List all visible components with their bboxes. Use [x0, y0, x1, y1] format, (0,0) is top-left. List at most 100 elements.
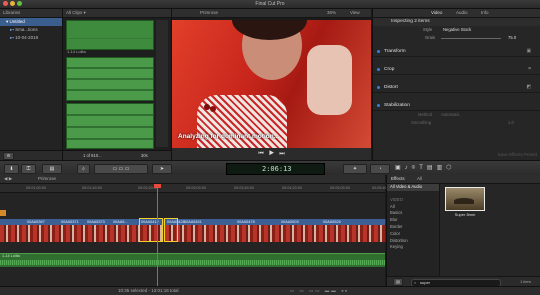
browser-scrollbar[interactable]: [156, 20, 168, 147]
clip-label[interactable]: 00AA5371: [60, 219, 85, 225]
smoothing-value[interactable]: 1.0: [508, 119, 514, 127]
browser-header: All Clips ▾: [63, 9, 171, 18]
viewer: Primrose 36% View Analyzing for dominant…: [172, 9, 371, 160]
style-row: Style Negative Stock: [373, 26, 540, 34]
timeline-header: ◀ ▶ Primrose: [0, 175, 385, 184]
chevron-down-icon: ▾: [83, 10, 86, 15]
browser-footer: 1 of 810... 30s: [63, 150, 171, 160]
project-name: Primrose: [38, 176, 57, 181]
effects-category-item[interactable]: Color: [387, 231, 439, 238]
effects-scope[interactable]: All: [417, 175, 422, 183]
effects-count: 1 item: [520, 279, 531, 284]
audio-track[interactable]: 1-14 Lolita: [0, 253, 385, 267]
clip-label[interactable]: 00AA5526: [322, 219, 359, 225]
timecode-display[interactable]: 2:06:13: [226, 163, 325, 175]
video-content: [197, 95, 287, 148]
timeline-ruler[interactable]: 00:01:00:00 00:01:40:00 00:02:20:00 00:0…: [0, 184, 392, 193]
playback-controls: ⏮ ▶ ⏭: [172, 148, 371, 160]
transform-icon[interactable]: ▣: [526, 47, 531, 56]
library-item-event[interactable]: ▸▪ 10-04-2018: [0, 34, 62, 42]
crop-icon[interactable]: ⌗: [528, 65, 531, 74]
effects-category-item[interactable]: Basics: [387, 210, 439, 217]
selected-clip[interactable]: [164, 218, 178, 242]
library-item-smart-collections[interactable]: ▸▪ Sma...tions: [0, 26, 62, 34]
history-arrows-icon[interactable]: ◀ ▶: [4, 175, 12, 183]
effect-thumbnail-art: [454, 198, 474, 204]
clip-label[interactable]: 00AA5478: [236, 219, 273, 225]
effects-category-item[interactable]: Distortion: [387, 238, 439, 245]
effects-category-item[interactable]: All: [387, 204, 439, 211]
section-distort[interactable]: Distort ◩: [373, 83, 540, 93]
grain-slider[interactable]: [441, 38, 501, 39]
inspector-spacer: [373, 93, 540, 101]
clip-label[interactable]: 00AA5367: [26, 219, 57, 225]
search-icon[interactable]: ⌕: [77, 164, 90, 174]
playhead[interactable]: [157, 184, 158, 286]
tab-video[interactable]: Video: [431, 9, 442, 17]
effects-categories: All Video & Audio VIDEO All Basics Blur …: [387, 184, 440, 276]
clip-label[interactable]: 00AA5373: [86, 219, 111, 225]
window-title: Final Cut Pro: [255, 1, 285, 7]
library-actions-button[interactable]: ⚙: [3, 152, 14, 160]
clip-label[interactable]: 00AA5451: [183, 219, 220, 225]
effect-name: Super 8mm: [454, 212, 476, 217]
browser-view-button[interactable]: ▤: [42, 164, 62, 174]
next-frame-button[interactable]: ⏭: [279, 151, 284, 157]
browser-clip-filmstrip[interactable]: [66, 20, 154, 50]
effects-search-value: super: [420, 280, 431, 285]
smoothing-row: Smoothing 1.0: [373, 119, 540, 127]
edit-tools-group[interactable]: ▭ ▭ ▭: [94, 164, 148, 174]
media-browser-icons[interactable]: ▣♪⌾T▤▥⬡: [395, 164, 535, 172]
play-button[interactable]: ▶: [269, 151, 274, 157]
distort-icon[interactable]: ◩: [526, 83, 531, 92]
grain-value[interactable]: 75.0: [508, 34, 516, 42]
effects-category-item[interactable]: All Video & Audio: [387, 184, 439, 191]
inspector-summary: Inspecting 2 items: [373, 18, 540, 26]
clip-label[interactable]: 00AA5503: [280, 219, 317, 225]
grain-row: Grain 75.0: [373, 34, 540, 42]
keyword-button[interactable]: ⚿: [21, 164, 36, 174]
audio-waveform: [0, 260, 385, 265]
video-frame[interactable]: Analyzing for dominant motion...: [172, 20, 371, 148]
method-dropdown[interactable]: Automatic: [441, 111, 460, 119]
enhancements-button[interactable]: ✦: [343, 164, 367, 174]
selected-clip[interactable]: [139, 218, 163, 242]
viewer-title: Primrose: [200, 10, 219, 15]
effects-category-item[interactable]: Blur: [387, 217, 439, 224]
effects-sidebar-toggle[interactable]: ▤: [393, 278, 403, 286]
retime-button[interactable]: ◔: [370, 164, 390, 174]
save-effects-preset-button[interactable]: Save Effects Preset: [498, 152, 537, 157]
library-item-untitled[interactable]: ▾ Untitled: [0, 18, 62, 26]
browser-clip-filmstrip[interactable]: [66, 103, 154, 149]
timecode-value: 2:06:13: [262, 165, 292, 173]
playhead-handle[interactable]: [154, 184, 161, 188]
browser-clip-label: 1-14 Lolita: [67, 49, 86, 54]
effects-category-item[interactable]: Keying: [387, 244, 439, 251]
zoom-dropdown[interactable]: 36%: [327, 9, 336, 17]
tab-audio[interactable]: Audio: [456, 9, 468, 17]
section-stabilization[interactable]: Stabilization: [373, 101, 540, 111]
clip-filter-dropdown[interactable]: All Clips: [66, 10, 82, 15]
inspector-spacer: [373, 57, 540, 65]
previous-frame-button[interactable]: ⏮: [258, 151, 263, 157]
effects-header: Effects All: [387, 175, 540, 184]
inspector: Video Audio Info Inspecting 2 items Styl…: [372, 9, 540, 160]
section-transform[interactable]: Transform ▣: [373, 47, 540, 57]
style-dropdown[interactable]: Negative Stock: [443, 26, 471, 34]
effects-category-item[interactable]: Border: [387, 224, 439, 231]
libraries-header: Libraries: [0, 9, 62, 18]
effects-title: Effects: [391, 176, 405, 181]
connected-clip-marker[interactable]: [0, 210, 6, 216]
clip-count: 1 of 810...: [83, 153, 102, 158]
section-crop[interactable]: Crop ⌗: [373, 65, 540, 75]
smoothing-label: Smoothing: [411, 120, 432, 125]
effects-category-heading: VIDEO: [390, 196, 404, 202]
style-label: Style: [423, 27, 433, 32]
clip-label[interactable]: 00AA5...: [112, 219, 137, 225]
browser-clip-filmstrip[interactable]: [66, 57, 154, 101]
tab-info[interactable]: Info: [481, 9, 489, 17]
effect-thumbnail[interactable]: [445, 187, 485, 211]
view-dropdown[interactable]: View: [350, 9, 360, 17]
select-tool-button[interactable]: ➤: [152, 164, 172, 174]
import-button[interactable]: ⬇: [4, 164, 19, 174]
